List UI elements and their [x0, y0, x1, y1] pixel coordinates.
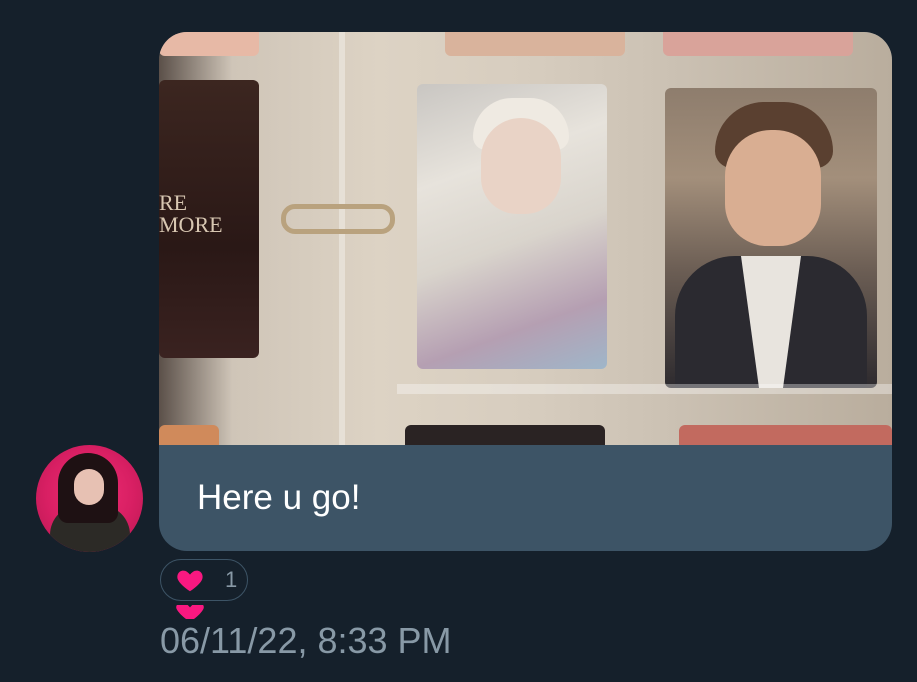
heart-icon: [176, 605, 204, 619]
card-edge: [159, 32, 259, 56]
timestamp: 06/11/22, 8:33 PM: [160, 620, 452, 661]
message-photo[interactable]: RE MORE: [159, 32, 892, 445]
card-edge: [159, 425, 219, 445]
message-text: Here u go!: [197, 478, 361, 517]
message-bubble: RE MORE Here u go!: [159, 32, 892, 551]
photocard-middle: [417, 84, 607, 369]
sleeve-divider: [397, 384, 892, 394]
card-edge: [679, 425, 892, 445]
heart-icon: [177, 570, 203, 592]
reaction-button[interactable]: 1: [160, 559, 248, 601]
photocard-face: [725, 130, 821, 246]
avatar-face: [74, 469, 104, 505]
binder-spine: [339, 32, 345, 445]
card-edge: [405, 425, 605, 445]
card-edge: [663, 32, 853, 56]
binder-ring: [281, 204, 395, 234]
card-edge: [445, 32, 625, 56]
photocard-face: [481, 118, 561, 214]
avatar[interactable]: [36, 445, 143, 552]
photocard-right: [665, 88, 877, 388]
reaction-count: 1: [225, 567, 238, 592]
photocard-left: RE MORE: [159, 80, 259, 358]
photocard-left-text: RE MORE: [159, 190, 223, 237]
